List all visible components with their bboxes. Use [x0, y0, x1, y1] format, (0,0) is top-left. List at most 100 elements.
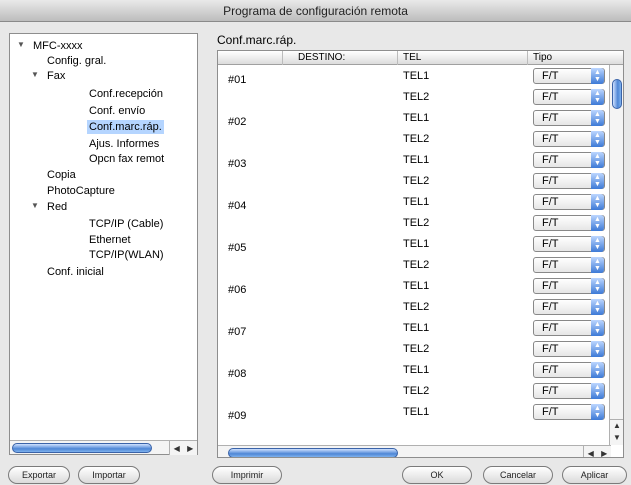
cancelar-button[interactable]: Cancelar [483, 466, 553, 484]
tel-label: TEL2 [403, 91, 430, 103]
arrow-up-icon[interactable]: ▲ [610, 420, 623, 432]
tipo-select[interactable]: F/T ▲ ▼ [533, 320, 605, 336]
tel-label: TEL2 [403, 343, 430, 355]
tipo-select[interactable]: F/T ▲ ▼ [533, 341, 605, 357]
ok-button[interactable]: OK [402, 466, 472, 484]
tipo-select[interactable]: F/T ▲ ▼ [533, 215, 605, 231]
up-down-arrows-icon[interactable]: ▲ ▼ [591, 152, 604, 168]
table-vertical-scrollbar[interactable]: ▲ ▼ [609, 65, 623, 445]
tipo-select[interactable]: F/T ▲ ▼ [533, 173, 605, 189]
up-down-arrows-icon[interactable]: ▲ ▼ [591, 131, 604, 147]
arrow-right-icon[interactable]: ▶ [601, 449, 607, 458]
aplicar-button[interactable]: Aplicar [562, 466, 627, 484]
tel-label: TEL1 [403, 322, 430, 334]
tel-label: TEL2 [403, 259, 430, 271]
tree-item-copia[interactable]: Copia [47, 168, 76, 182]
imprimir-button[interactable]: Imprimir [212, 466, 282, 484]
row-id: #01 [228, 74, 247, 86]
tipo-value: F/T [542, 406, 559, 418]
scroll-thumb[interactable] [12, 443, 152, 453]
header-tipo[interactable]: Tipo [528, 51, 611, 65]
tree-item-conf-envio[interactable]: Conf. envío [89, 104, 145, 118]
scroll-thumb[interactable] [228, 448, 398, 457]
tel-label: TEL1 [403, 154, 430, 166]
header-destino[interactable]: DESTINO: [283, 51, 398, 65]
up-down-arrows-icon[interactable]: ▲ ▼ [591, 68, 604, 84]
arrow-right-icon[interactable]: ▶ [187, 444, 193, 453]
tipo-value: F/T [542, 175, 559, 187]
up-down-arrows-icon[interactable]: ▲ ▼ [591, 299, 604, 315]
tipo-select[interactable]: F/T ▲ ▼ [533, 152, 605, 168]
tree-item-fax[interactable]: Fax [47, 69, 65, 83]
tipo-select[interactable]: F/T ▲ ▼ [533, 131, 605, 147]
disclosure-triangle-down-icon[interactable]: ▼ [17, 40, 25, 49]
tipo-value: F/T [542, 280, 559, 292]
row-id: #02 [228, 116, 247, 128]
tipo-select[interactable]: F/T ▲ ▼ [533, 110, 605, 126]
tree-horizontal-scrollbar[interactable]: ◀ ▶ [10, 440, 197, 455]
up-down-arrows-icon[interactable]: ▲ ▼ [591, 173, 604, 189]
up-down-arrows-icon[interactable]: ▲ ▼ [591, 194, 604, 210]
tipo-select[interactable]: F/T ▲ ▼ [533, 278, 605, 294]
tree-item-conf-recepcion[interactable]: Conf.recepción [89, 87, 163, 101]
tipo-select[interactable]: F/T ▲ ▼ [533, 404, 605, 420]
up-down-arrows-icon[interactable]: ▲ ▼ [591, 383, 604, 399]
tel-label: TEL1 [403, 196, 430, 208]
table-horizontal-scrollbar[interactable]: ◀ ▶ [218, 445, 611, 458]
up-down-arrows-icon[interactable]: ▲ ▼ [591, 278, 604, 294]
tel-label: TEL2 [403, 217, 430, 229]
arrow-left-icon[interactable]: ◀ [588, 449, 594, 458]
tree-item-config-gral[interactable]: Config. gral. [47, 54, 106, 68]
tree-item-red[interactable]: Red [47, 200, 67, 214]
tipo-value: F/T [542, 238, 559, 250]
tipo-select[interactable]: F/T ▲ ▼ [533, 236, 605, 252]
up-down-arrows-icon[interactable]: ▲ ▼ [591, 341, 604, 357]
tipo-select[interactable]: F/T ▲ ▼ [533, 383, 605, 399]
scroll-thumb[interactable] [612, 79, 622, 109]
tree-item-opcn-fax-remot[interactable]: Opcn fax remot [89, 152, 164, 166]
exportar-button[interactable]: Exportar [8, 466, 70, 484]
up-down-arrows-icon[interactable]: ▲ ▼ [591, 404, 604, 420]
tipo-value: F/T [542, 259, 559, 271]
tree-item-conf-inicial[interactable]: Conf. inicial [47, 265, 104, 279]
window-title: Programa de configuración remota [0, 0, 631, 22]
tipo-value: F/T [542, 301, 559, 313]
disclosure-triangle-down-icon[interactable]: ▼ [31, 70, 39, 79]
tree-item-photocapture[interactable]: PhotoCapture [47, 184, 115, 198]
disclosure-triangle-down-icon[interactable]: ▼ [31, 201, 39, 210]
tree-item-ethernet[interactable]: Ethernet [89, 233, 131, 247]
tree-item-tcpip-cable[interactable]: TCP/IP (Cable) [89, 217, 163, 231]
header-tel[interactable]: TEL [398, 51, 528, 65]
panel-title: Conf.marc.ráp. [217, 33, 297, 47]
tel-label: TEL1 [403, 280, 430, 292]
up-down-arrows-icon[interactable]: ▲ ▼ [591, 257, 604, 273]
up-down-arrows-icon[interactable]: ▲ ▼ [591, 236, 604, 252]
settings-tree: ▼ MFC-xxxx Config. gral. ▼ Fax Conf.rece… [9, 33, 198, 455]
arrow-down-icon[interactable]: ▼ [610, 432, 623, 444]
tipo-select[interactable]: F/T ▲ ▼ [533, 68, 605, 84]
tipo-value: F/T [542, 385, 559, 397]
tipo-select[interactable]: F/T ▲ ▼ [533, 257, 605, 273]
up-down-arrows-icon[interactable]: ▲ ▼ [591, 110, 604, 126]
up-down-arrows-icon[interactable]: ▲ ▼ [591, 89, 604, 105]
up-down-arrows-icon[interactable]: ▲ ▼ [591, 362, 604, 378]
tree-item-mfc[interactable]: MFC-xxxx [33, 39, 83, 53]
up-down-arrows-icon[interactable]: ▲ ▼ [591, 215, 604, 231]
tipo-value: F/T [542, 91, 559, 103]
tipo-value: F/T [542, 70, 559, 82]
tel-label: TEL1 [403, 406, 430, 418]
tree-item-ajus-informes[interactable]: Ajus. Informes [89, 137, 159, 151]
tipo-select[interactable]: F/T ▲ ▼ [533, 194, 605, 210]
tree-item-tcpip-wlan[interactable]: TCP/IP(WLAN) [89, 248, 164, 262]
tipo-select[interactable]: F/T ▲ ▼ [533, 362, 605, 378]
tel-label: TEL2 [403, 385, 430, 397]
tipo-select[interactable]: F/T ▲ ▼ [533, 89, 605, 105]
tipo-select[interactable]: F/T ▲ ▼ [533, 299, 605, 315]
up-down-arrows-icon[interactable]: ▲ ▼ [591, 320, 604, 336]
tel-label: TEL2 [403, 301, 430, 313]
tel-label: TEL1 [403, 238, 430, 250]
importar-button[interactable]: Importar [78, 466, 140, 484]
tel-label: TEL1 [403, 112, 430, 124]
arrow-left-icon[interactable]: ◀ [174, 444, 180, 453]
tree-item-conf-marc-rap[interactable]: Conf.marc.ráp. [87, 120, 164, 134]
